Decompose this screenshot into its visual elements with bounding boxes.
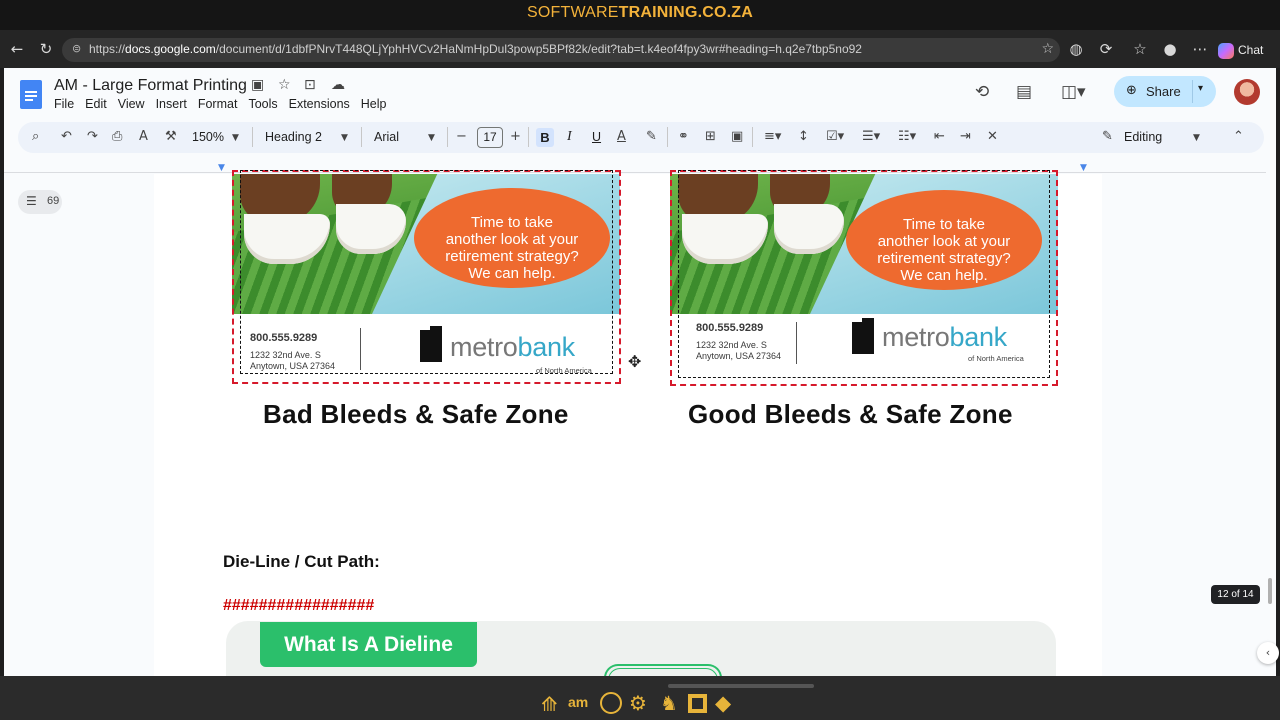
- url-text[interactable]: https://docs.google.com/document/d/1dbfP…: [89, 42, 862, 56]
- document-title[interactable]: AM - Large Format Printing: [54, 77, 247, 95]
- checklist-icon[interactable]: ☑▾: [826, 129, 844, 144]
- highlight-color-icon[interactable]: ✎: [646, 129, 657, 144]
- left-indent-marker[interactable]: ▼: [218, 163, 225, 173]
- taskbar-app-7-icon[interactable]: ◆: [715, 691, 731, 715]
- font-select[interactable]: Arial: [374, 130, 399, 144]
- pencil-icon: ✎: [1102, 129, 1113, 144]
- font-size-input[interactable]: 17: [477, 127, 503, 148]
- outline-toggle[interactable]: ☰ 69: [18, 190, 62, 214]
- line-spacing-icon[interactable]: ↕: [798, 129, 809, 144]
- share-button[interactable]: ⊕ Share ▾: [1114, 76, 1216, 107]
- site-info-icon[interactable]: ⊜: [72, 42, 81, 55]
- increase-font-size-icon[interactable]: +: [510, 129, 521, 144]
- copilot-icon: [1218, 42, 1234, 59]
- banner-main: TRAINING.CO.ZA: [618, 4, 754, 21]
- bookmark-star-icon[interactable]: ☆: [1041, 41, 1054, 57]
- banner-prefix: SOFTWARE: [526, 4, 619, 21]
- bold-button[interactable]: B: [536, 128, 554, 147]
- favorites-icon[interactable]: ☆: [1130, 39, 1150, 59]
- menu-file[interactable]: File: [54, 97, 74, 111]
- avatar[interactable]: [1234, 79, 1260, 105]
- taskbar-app-1-icon[interactable]: ⟰: [541, 692, 558, 716]
- decrease-indent-icon[interactable]: ⇤: [934, 129, 945, 144]
- star-icon[interactable]: ☆: [278, 77, 291, 93]
- extension-icon[interactable]: ◍: [1066, 39, 1086, 59]
- chevron-down-icon[interactable]: ▼: [1193, 133, 1200, 143]
- taskbar-scrollbar: [668, 684, 814, 688]
- taskbar-app-5-icon[interactable]: ♞: [660, 691, 678, 715]
- globe-icon: ⊕: [1126, 83, 1137, 98]
- menu-bar: File Edit View Insert Format Tools Extensions H…: [54, 97, 398, 111]
- align-icon[interactable]: ≡▾: [764, 129, 781, 144]
- collapse-menus-icon[interactable]: ⌃: [1233, 129, 1244, 144]
- chevron-down-icon[interactable]: ▼: [232, 133, 239, 143]
- menu-format[interactable]: Format: [198, 97, 238, 111]
- move-folder-icon[interactable]: ⊡: [304, 77, 316, 93]
- right-indent-marker[interactable]: ▼: [1080, 163, 1087, 173]
- text-color-icon[interactable]: A: [617, 129, 626, 144]
- reload-icon[interactable]: ↻: [36, 39, 56, 59]
- separator-text[interactable]: #################: [223, 597, 374, 615]
- copilot-chat-button[interactable]: Chat: [1218, 38, 1274, 62]
- ruler[interactable]: [4, 163, 1266, 173]
- underline-button[interactable]: U: [592, 130, 601, 144]
- section-heading[interactable]: Die-Line / Cut Path:: [223, 552, 380, 572]
- more-menu-icon[interactable]: ⋯: [1190, 39, 1210, 59]
- zoom-select[interactable]: 150%: [192, 130, 224, 144]
- search-menus-icon[interactable]: ⌕: [32, 129, 39, 144]
- spellcheck-icon[interactable]: A: [139, 129, 148, 144]
- insert-image-icon[interactable]: ▣: [731, 129, 743, 144]
- bulleted-list-icon[interactable]: ☰▾: [862, 129, 880, 144]
- taskbar-app-6-icon[interactable]: [688, 694, 707, 713]
- menu-edit[interactable]: Edit: [85, 97, 107, 111]
- paint-format-icon[interactable]: ⚒: [165, 129, 177, 144]
- redo-icon[interactable]: ↷: [87, 129, 98, 144]
- meet-icon[interactable]: ◫▾: [1061, 82, 1086, 102]
- page-indicator: 12 of 14: [1211, 585, 1260, 604]
- caption-bad: Bad Bleeds & Safe Zone: [263, 399, 569, 429]
- chevron-down-icon[interactable]: ▼: [428, 133, 435, 143]
- italic-button[interactable]: I: [567, 129, 572, 145]
- taskbar-app-3-icon[interactable]: [600, 692, 622, 714]
- menu-tools[interactable]: Tools: [248, 97, 277, 111]
- chevron-down-icon[interactable]: ▼: [341, 133, 348, 143]
- taskbar-settings-icon[interactable]: ⚙: [629, 691, 647, 715]
- extensions-puzzle-icon[interactable]: ⟳: [1096, 39, 1116, 59]
- numbered-list-icon[interactable]: ☷▾: [898, 129, 916, 144]
- back-icon[interactable]: ←: [7, 39, 27, 59]
- decrease-font-size-icon[interactable]: −: [456, 129, 467, 144]
- share-dropdown-icon[interactable]: ▾: [1198, 83, 1203, 94]
- menu-view[interactable]: View: [118, 97, 145, 111]
- taskbar-app-2-icon[interactable]: am: [568, 694, 588, 710]
- profile-icon[interactable]: ●: [1160, 39, 1180, 59]
- scrollbar-thumb[interactable]: [1268, 578, 1272, 604]
- docs-logo-icon[interactable]: [20, 80, 42, 109]
- move-cursor-icon: ✥: [628, 352, 642, 371]
- dieline-badge: What Is A Dieline: [260, 622, 477, 667]
- add-comment-icon[interactable]: ⊞: [705, 129, 716, 144]
- menu-help[interactable]: Help: [361, 97, 387, 111]
- comments-icon[interactable]: ▤: [1016, 82, 1032, 102]
- site-banner: SOFTWARETRAINING.CO.ZA: [0, 0, 1280, 30]
- print-icon[interactable]: ⎙: [112, 129, 122, 144]
- safe-zone-good: [678, 170, 1050, 378]
- menu-extensions[interactable]: Extensions: [289, 97, 350, 111]
- side-panel-toggle-icon[interactable]: ‹: [1257, 642, 1279, 664]
- outline-icon: ☰: [26, 194, 37, 208]
- increase-indent-icon[interactable]: ⇥: [960, 129, 971, 144]
- undo-icon[interactable]: ↶: [61, 129, 72, 144]
- paragraph-style-select[interactable]: Heading 2: [265, 130, 322, 144]
- insert-link-icon[interactable]: ⚭: [678, 129, 689, 144]
- safe-zone-bad: [240, 170, 613, 374]
- lock-label-icon[interactable]: ▣: [251, 77, 264, 93]
- version-history-icon[interactable]: ⟲: [975, 82, 989, 102]
- address-bar[interactable]: ⊜ https://docs.google.com/document/d/1db…: [62, 38, 1060, 62]
- caption-good: Good Bleeds & Safe Zone: [688, 399, 1013, 429]
- clear-formatting-icon[interactable]: ✕: [987, 129, 998, 144]
- cloud-saved-icon: ☁: [331, 77, 345, 93]
- menu-insert[interactable]: Insert: [156, 97, 187, 111]
- editing-mode-select[interactable]: Editing: [1124, 130, 1162, 144]
